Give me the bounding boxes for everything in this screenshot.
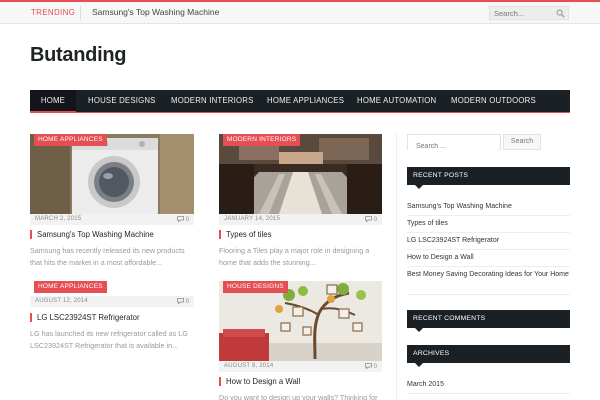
post-excerpt: Flooring a Tiles play a major role in de… (219, 246, 370, 267)
divider (407, 215, 570, 216)
nav-item-modern-interiors[interactable]: MODERN INTERIORS (171, 90, 253, 112)
post-excerpt: Do you want to design up your walls? Thi… (219, 393, 378, 400)
nav-item-home-appliances[interactable]: HOME APPLIANCES (267, 90, 344, 112)
post-date: JANUARY 14, 2015 (224, 216, 281, 222)
nav-item-house-designs[interactable]: HOUSE DESIGNS (88, 90, 156, 112)
sidebar-divider (396, 133, 397, 400)
post-date: AUGUST 8, 2014 (224, 363, 274, 369)
divider (407, 232, 570, 233)
post-date: MARCH 2, 2015 (35, 216, 82, 222)
post-badge-row: HOME APPLIANCES (30, 281, 194, 294)
post-thumbnail-wall[interactable]: HOUSE DESIGNS (219, 281, 382, 361)
post-excerpt: LG has launched its new refrigerator cal… (30, 329, 188, 350)
recent-post-link[interactable]: Best Money Saving Decorating Ideas for Y… (407, 270, 570, 280)
top-search-box (489, 6, 569, 20)
comment-icon (176, 298, 184, 305)
sidebar-search-box (407, 134, 501, 154)
tiles-image (219, 134, 382, 214)
nav-item-home-automation[interactable]: HOME AUTOMATION (357, 90, 436, 112)
top-bar: TRENDING Samsung's Top Washing Machine (0, 0, 600, 24)
recent-post-link[interactable]: Types of tiles (407, 219, 570, 229)
category-badge[interactable]: HOME APPLIANCES (34, 281, 107, 293)
comment-icon (176, 216, 184, 223)
post-thumbnail-washing-machine[interactable]: HOME APPLIANCES (30, 134, 194, 214)
nav-item-home[interactable]: HOME (30, 90, 76, 113)
site-header: Butanding (0, 24, 600, 90)
washing-machine-image (30, 134, 194, 214)
divider (407, 266, 570, 267)
post-title[interactable]: Samsung's Top Washing Machine (30, 230, 154, 239)
trending-label: TRENDING (31, 8, 76, 17)
post-date: AUGUST 12, 2014 (35, 298, 88, 304)
recent-posts-heading: RECENT POSTS (407, 167, 570, 189)
comment-count[interactable]: 0 (364, 363, 377, 370)
post-meta: MARCH 2, 2015 0 (30, 214, 194, 225)
site-logo[interactable]: Butanding (30, 44, 126, 67)
sidebar-search-input[interactable] (408, 139, 498, 154)
main-nav: HOME HOUSE DESIGNS MODERN INTERIORS HOME… (30, 90, 570, 113)
recent-post-link[interactable]: Samsung's Top Washing Machine (407, 202, 570, 212)
comment-icon (364, 363, 372, 370)
post-meta: AUGUST 12, 2014 0 (30, 296, 194, 307)
top-search-input[interactable] (494, 7, 556, 19)
recent-comments-heading: RECENT COMMENTS (407, 310, 570, 332)
category-badge[interactable]: MODERN INTERIORS (223, 134, 301, 146)
comment-count[interactable]: 0 (364, 216, 377, 223)
post-title[interactable]: LG LSC23924ST Refrigerator (30, 313, 140, 322)
sidebar-search-button[interactable]: Search (503, 134, 541, 150)
post-excerpt: Samsung has recently released its new pr… (30, 246, 185, 267)
post-thumbnail-tiles[interactable]: MODERN INTERIORS (219, 134, 382, 214)
comment-count[interactable]: 0 (176, 298, 189, 305)
recent-post-link[interactable]: LG LSC23924ST Refrigerator (407, 236, 570, 246)
category-badge[interactable]: HOUSE DESIGNS (223, 281, 288, 293)
post-meta: AUGUST 8, 2014 0 (219, 361, 382, 372)
comment-count[interactable]: 0 (176, 216, 189, 223)
trending-divider (80, 6, 81, 20)
post-title[interactable]: Types of tiles (219, 230, 272, 239)
recent-post-link[interactable]: How to Design a Wall (407, 253, 570, 263)
post-meta: JANUARY 14, 2015 0 (219, 214, 382, 225)
archives-heading: ARCHIVES (407, 345, 570, 367)
nav-item-modern-outdoors[interactable]: MODERN OUTDOORS (451, 90, 536, 112)
divider (407, 249, 570, 250)
archive-link[interactable]: March 2015 (407, 380, 570, 390)
post-title[interactable]: How to Design a Wall (219, 377, 300, 386)
main-area: HOME HOUSE DESIGNS MODERN INTERIORS HOME… (0, 90, 600, 400)
search-icon[interactable] (556, 9, 565, 18)
wall-design-image (219, 281, 382, 361)
trending-post-link[interactable]: Samsung's Top Washing Machine (92, 7, 219, 17)
category-badge[interactable]: HOME APPLIANCES (34, 134, 107, 146)
divider (407, 294, 570, 295)
comment-icon (364, 216, 372, 223)
divider (407, 393, 570, 394)
